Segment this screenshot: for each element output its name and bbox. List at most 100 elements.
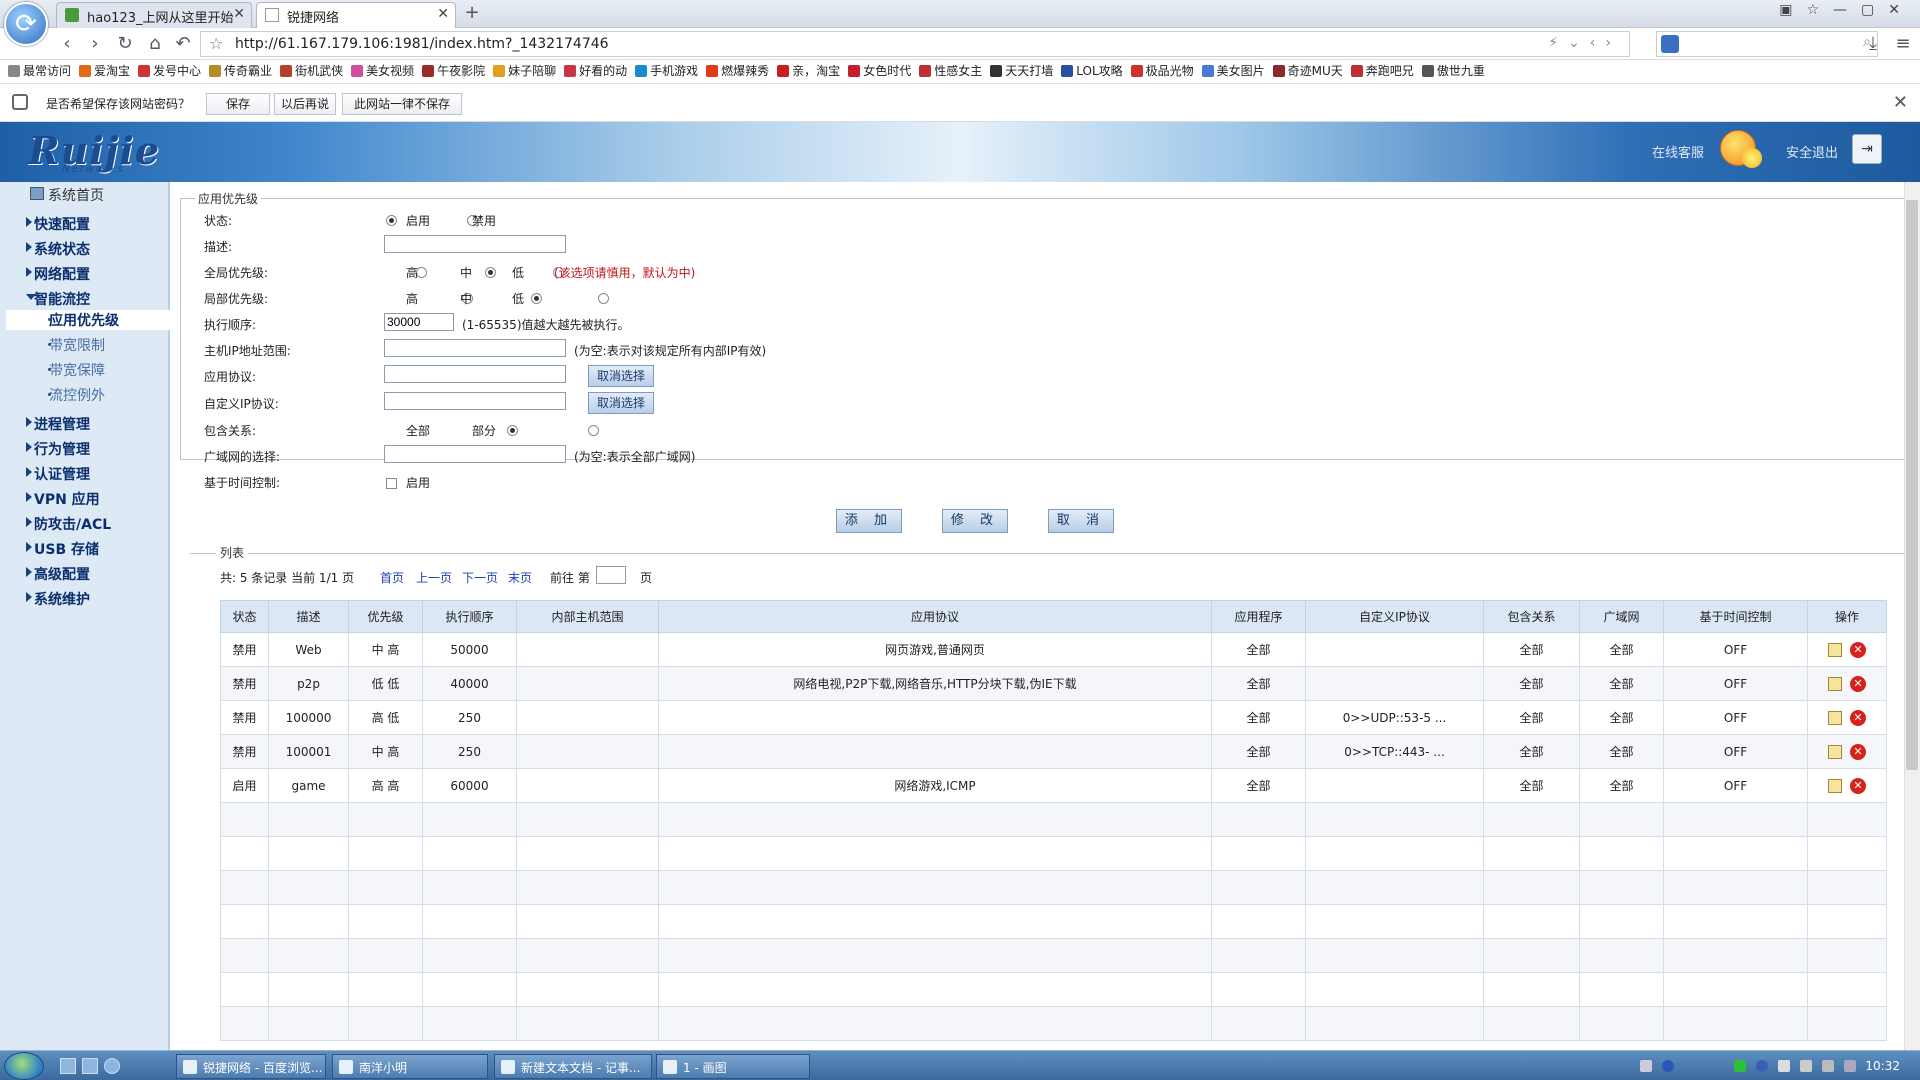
sidebar-item-process[interactable]: 进程管理 — [26, 414, 90, 434]
task-browser[interactable]: 锐捷网络 - 百度浏览... — [176, 1054, 326, 1079]
bookmark-item[interactable]: 街机武侠 — [280, 60, 343, 82]
save-password-button[interactable]: 保存 — [206, 93, 270, 115]
add-button[interactable]: 添 加 — [836, 509, 902, 533]
sidebar-item-auth[interactable]: 认证管理 — [26, 464, 90, 484]
delete-icon[interactable]: ✕ — [1850, 777, 1866, 794]
sidebar-item-home[interactable]: 系统首页 — [30, 185, 104, 205]
exit-icon[interactable]: ⇥ — [1852, 134, 1882, 164]
custom-cancel-select-button[interactable]: 取消选择 — [588, 392, 654, 414]
prev-page-link[interactable]: 上一页 — [416, 569, 452, 586]
goto-page-input[interactable] — [596, 566, 626, 584]
refresh-icon[interactable]: ↻ — [114, 33, 136, 55]
desc-input[interactable] — [384, 235, 566, 253]
last-page-link[interactable]: 末页 — [508, 569, 532, 586]
security-icon[interactable] — [1756, 1060, 1768, 1072]
sidebar-item-behavior[interactable]: 行为管理 — [26, 439, 90, 459]
protocol-cancel-select-button[interactable]: 取消选择 — [588, 365, 654, 387]
sidebar-item-advanced[interactable]: 高级配置 — [26, 564, 90, 584]
edit-icon[interactable] — [1828, 778, 1842, 793]
bookmark-item[interactable]: 爱淘宝 — [79, 60, 130, 82]
undo-icon[interactable]: ↶ — [172, 33, 194, 55]
sidebar-item-system-status[interactable]: 系统状态 — [26, 239, 90, 259]
edit-icon[interactable] — [1828, 744, 1842, 759]
delete-icon[interactable]: ✕ — [1850, 675, 1866, 692]
bookmark-item[interactable]: 性感女主 — [919, 60, 982, 82]
menu-icon[interactable]: ≡ — [1892, 33, 1914, 55]
delete-icon[interactable]: ✕ — [1850, 743, 1866, 760]
help-icon[interactable] — [1662, 1060, 1674, 1072]
address-bar[interactable]: ☆ http://61.167.179.106:1981/index.htm?_… — [200, 31, 1630, 57]
search-input[interactable]: ⌕ — [1656, 31, 1878, 57]
bookmark-item[interactable]: 天天打墙 — [990, 60, 1053, 82]
tab-ruijie[interactable]: 锐捷网络 ✕ — [256, 2, 456, 28]
wan-input[interactable] — [384, 445, 566, 463]
modify-button[interactable]: 修 改 — [942, 509, 1008, 533]
bookmark-item[interactable]: 燃爆辣秀 — [706, 60, 769, 82]
sidebar-item-bandwidth-limit[interactable]: 带宽限制 — [36, 335, 105, 355]
sidebar-item-maintenance[interactable]: 系统维护 — [26, 589, 90, 609]
home-icon[interactable]: ⌂ — [144, 33, 166, 55]
keyboard-icon[interactable] — [1640, 1060, 1652, 1072]
logout-link[interactable]: 安全退出 — [1786, 142, 1838, 161]
custom-protocol-input[interactable] — [384, 392, 566, 410]
tab-hao123[interactable]: hao123_上网从这里开始 ✕ — [56, 2, 252, 28]
local-low-radio[interactable] — [597, 293, 609, 304]
bookmark-item[interactable]: 发号中心 — [138, 60, 201, 82]
tray-app-icon[interactable] — [1734, 1060, 1746, 1072]
online-service-link[interactable]: 在线客服 — [1652, 142, 1704, 161]
local-mid-radio[interactable] — [530, 293, 542, 304]
monitor-icon[interactable] — [1844, 1060, 1856, 1072]
edit-icon[interactable] — [1828, 676, 1842, 691]
bookmark-item[interactable]: 好看的动 — [564, 60, 627, 82]
scrollbar-thumb[interactable] — [1906, 200, 1918, 770]
delete-icon[interactable]: ✕ — [1850, 641, 1866, 658]
sidebar-item-flow-control[interactable]: 智能流控 — [26, 289, 90, 309]
close-icon[interactable]: ✕ — [437, 6, 449, 22]
delete-icon[interactable]: ✕ — [1850, 709, 1866, 726]
later-button[interactable]: 以后再说 — [274, 93, 336, 115]
host-range-input[interactable] — [384, 339, 566, 357]
search-engine-icon[interactable] — [1661, 35, 1679, 53]
sidebar-item-quick-config[interactable]: 快速配置 — [26, 214, 90, 234]
first-page-link[interactable]: 首页 — [380, 569, 404, 586]
status-enable-radio[interactable] — [386, 215, 397, 226]
speaker-icon[interactable] — [1778, 1060, 1790, 1072]
sidebar-item-flow-exception[interactable]: 流控例外 — [36, 385, 105, 405]
network-icon[interactable] — [1822, 1060, 1834, 1072]
bookmark-item[interactable]: 最常访问 — [8, 60, 71, 82]
bookmark-item[interactable]: 亲，淘宝 — [777, 60, 840, 82]
bookmark-item[interactable]: 传奇霸业 — [209, 60, 272, 82]
cancel-button[interactable]: 取 消 — [1048, 509, 1114, 533]
explorer-icon[interactable] — [82, 1058, 98, 1074]
ie-icon[interactable] — [104, 1058, 120, 1074]
address-actions-icon[interactable]: ⚡⌄‹› — [1548, 35, 1621, 51]
task-notepad[interactable]: 新建文本文档 - 记事... — [494, 1054, 652, 1079]
time-control-checkbox[interactable] — [386, 478, 397, 489]
close-icon[interactable]: ✕ — [233, 6, 245, 22]
sidebar-item-usb[interactable]: USB 存储 — [26, 539, 99, 559]
show-desktop-icon[interactable] — [60, 1058, 76, 1074]
bookmark-item[interactable]: 奔跑吧兄 — [1350, 60, 1414, 82]
bookmark-item[interactable]: 妹子陪聊 — [493, 60, 556, 82]
protocol-input[interactable] — [384, 365, 566, 383]
order-input[interactable] — [384, 313, 454, 331]
start-button[interactable] — [4, 1052, 44, 1080]
sidebar-item-network-config[interactable]: 网络配置 — [26, 264, 90, 284]
browser-logo-icon[interactable]: ⟳ — [4, 2, 48, 46]
edit-icon[interactable] — [1828, 642, 1842, 657]
bookmark-item[interactable]: 傲世九重 — [1421, 60, 1485, 82]
task-paint[interactable]: 1 - 画图 — [656, 1054, 810, 1079]
bookmark-item[interactable]: 美女图片 — [1201, 60, 1265, 82]
bookmark-item[interactable]: 女色时代 — [848, 60, 911, 82]
next-page-link[interactable]: 下一页 — [462, 569, 498, 586]
bookmark-item[interactable]: 手机游戏 — [635, 60, 698, 82]
bookmark-item[interactable]: 美女视频 — [351, 60, 414, 82]
volume-icon[interactable] — [1800, 1060, 1812, 1072]
never-save-button[interactable]: 此网站一律不保存 — [342, 93, 462, 115]
bookmark-item[interactable]: LOL攻略 — [1061, 60, 1123, 82]
close-icon[interactable]: ✕ — [1893, 92, 1908, 113]
download-icon[interactable]: ⤓ — [1862, 33, 1884, 55]
new-tab-button[interactable]: + — [460, 3, 484, 25]
window-controls[interactable]: ▣☆—▢✕ — [1779, 2, 1914, 18]
sidebar-item-acl[interactable]: 防攻击/ACL — [26, 514, 111, 534]
